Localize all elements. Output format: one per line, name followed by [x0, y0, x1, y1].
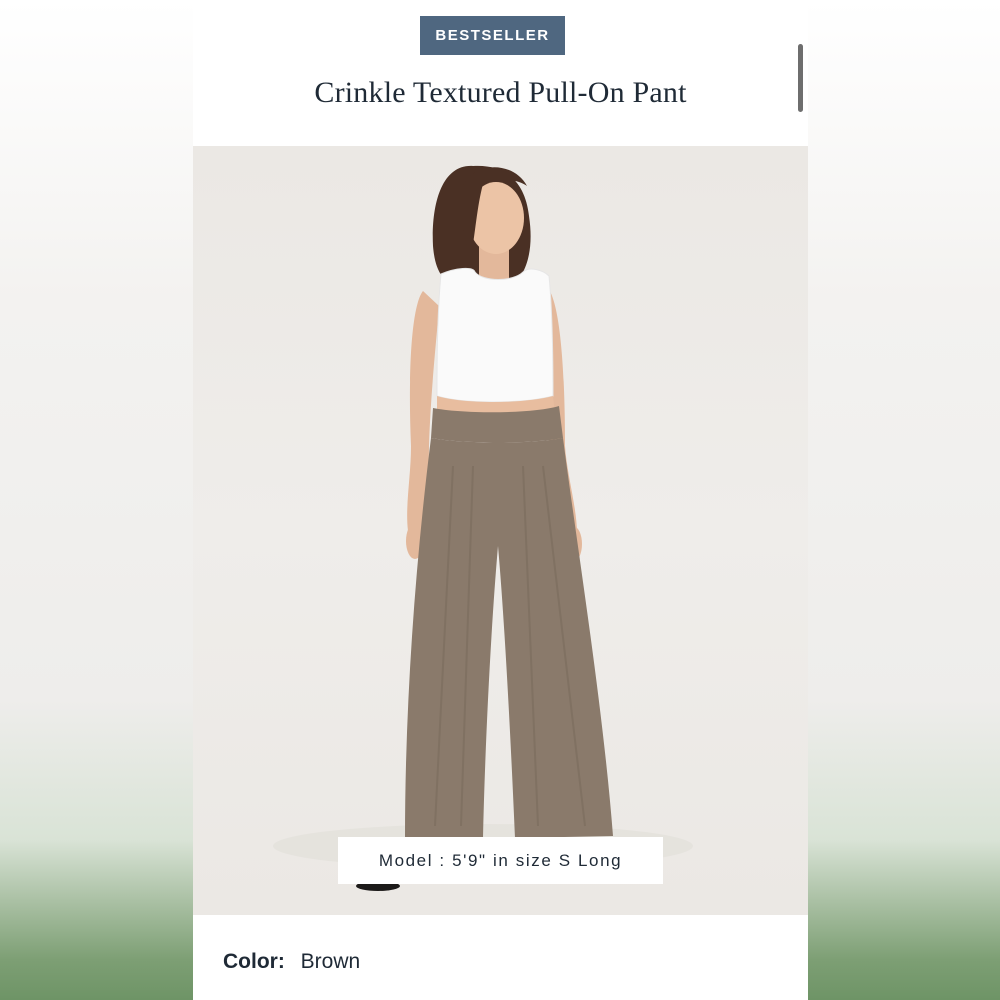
bestseller-badge: BESTSELLER [420, 16, 565, 55]
color-selector-label: Color: Brown [223, 950, 360, 974]
product-title: Crinkle Textured Pull-On Pant [314, 76, 687, 109]
model-illustration [273, 165, 693, 891]
scrollbar[interactable] [798, 44, 803, 112]
model-size-caption: Model : 5'9" in size S Long [338, 837, 663, 884]
product-header: BESTSELLER Crinkle Textured Pull-On Pant [193, 0, 808, 146]
product-image[interactable]: Model : 5'9" in size S Long [193, 146, 808, 915]
product-page: BESTSELLER Crinkle Textured Pull-On Pant [193, 0, 808, 1000]
color-label: Color: [223, 950, 285, 973]
color-value: Brown [300, 950, 361, 973]
